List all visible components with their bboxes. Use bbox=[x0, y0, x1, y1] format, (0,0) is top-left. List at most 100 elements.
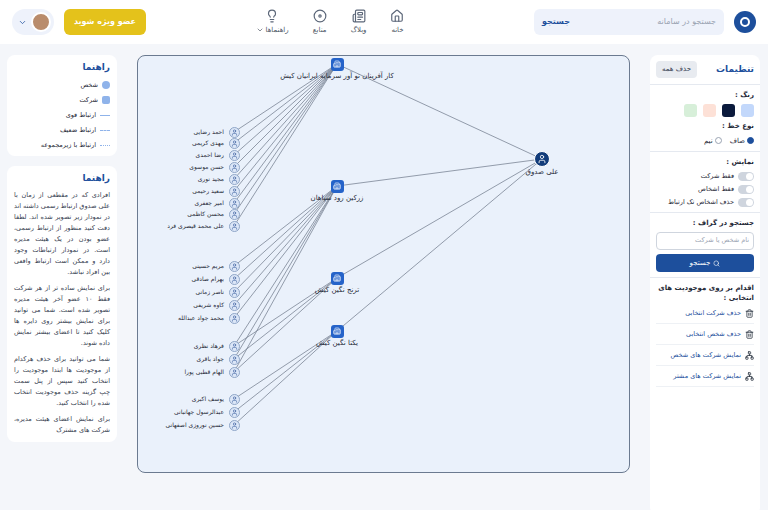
company-label: ترنج نگین کیش bbox=[315, 286, 359, 295]
action-item[interactable]: نمایش شرکت های مشتر bbox=[656, 372, 754, 387]
color-swatch[interactable] bbox=[684, 104, 697, 117]
person-node[interactable] bbox=[229, 162, 240, 173]
person-icon bbox=[231, 211, 238, 218]
line-mark-icon bbox=[100, 130, 110, 131]
search-field[interactable]: جستجو در سامانه جستجو bbox=[534, 9, 724, 35]
person-label: فرهاد نظری bbox=[194, 342, 224, 350]
graph-search-input[interactable]: نام شخص یا شرکت bbox=[656, 232, 754, 250]
help-paragraph: شما می توانید برای حذف هرکدام از موجودیت… bbox=[14, 354, 110, 409]
color-swatch[interactable] bbox=[722, 104, 735, 117]
person-node[interactable] bbox=[229, 174, 240, 185]
person-node[interactable] bbox=[229, 354, 240, 365]
edge-line bbox=[234, 186, 337, 346]
person-label: کاوه شریفی bbox=[193, 301, 224, 309]
search-icon bbox=[713, 260, 720, 267]
avatar-icon bbox=[31, 12, 51, 32]
person-icon bbox=[231, 422, 238, 429]
person-node[interactable] bbox=[229, 420, 240, 431]
edge-line bbox=[337, 159, 542, 186]
person-label: حسین نوروزی اصفهانی bbox=[166, 421, 224, 429]
nav-icon bbox=[265, 9, 279, 23]
company-node[interactable] bbox=[331, 180, 344, 193]
person-node[interactable] bbox=[229, 186, 240, 197]
logo-icon[interactable] bbox=[734, 11, 756, 33]
person-icon bbox=[231, 152, 238, 159]
trash-icon bbox=[745, 309, 754, 318]
display-toggle-row[interactable]: فقط شرکت bbox=[656, 172, 754, 181]
nav-icon bbox=[390, 9, 404, 23]
person-label: احمد رضایی bbox=[194, 128, 224, 136]
top-bar: جستجو در سامانه جستجو خانه وبلاگ منابع راهنما… bbox=[0, 0, 768, 44]
person-icon bbox=[231, 315, 238, 322]
edge-line bbox=[234, 64, 337, 203]
person-node[interactable] bbox=[229, 287, 240, 298]
premium-button[interactable]: عضو ویژه شوید bbox=[64, 9, 146, 35]
nav-item[interactable]: راهنماها bbox=[256, 9, 289, 36]
graph-canvas[interactable]: کار آفرینان نو آور سرمایه ایرانیان کیش زر… bbox=[137, 55, 630, 473]
action-item[interactable]: حذف شخص انتخابی bbox=[656, 330, 754, 345]
nav-item[interactable]: وبلاگ bbox=[351, 9, 367, 36]
person-node[interactable] bbox=[229, 367, 240, 378]
search-button[interactable]: جستجو bbox=[542, 16, 570, 28]
building-icon bbox=[333, 274, 341, 282]
person-icon bbox=[231, 129, 238, 136]
graph-search-button[interactable]: جستجو bbox=[656, 254, 754, 272]
chevron-down-icon bbox=[18, 18, 27, 27]
display-toggle-row[interactable]: حذف اشخاص تک ارتباط bbox=[656, 198, 754, 207]
person-node[interactable] bbox=[229, 313, 240, 324]
legend-item: ارتباط ضعیف bbox=[14, 126, 110, 135]
settings-title: تنظیمات bbox=[716, 63, 754, 77]
person-node[interactable] bbox=[229, 274, 240, 285]
person-label: محسن کاظمی bbox=[187, 210, 224, 218]
toggle-switch[interactable] bbox=[738, 185, 754, 194]
person-node[interactable] bbox=[229, 221, 240, 232]
person-label: ناصر زمانی bbox=[196, 288, 224, 296]
person-icon bbox=[231, 164, 238, 171]
company-label: کار آفرینان نو آور سرمایه ایرانیان کیش bbox=[280, 72, 394, 81]
person-node[interactable] bbox=[229, 198, 240, 209]
nav-item[interactable]: منابع bbox=[313, 9, 327, 36]
color-swatch[interactable] bbox=[703, 104, 716, 117]
display-toggle-row[interactable]: فقط اشخاص bbox=[656, 185, 754, 194]
building-icon bbox=[333, 182, 341, 190]
person-icon bbox=[231, 200, 238, 207]
legend-item: ارتباط قوی bbox=[14, 111, 110, 120]
line-type-radio[interactable]: نیم bbox=[704, 136, 722, 147]
person-node[interactable] bbox=[229, 209, 240, 220]
company-label: زرکین رود سپاهان bbox=[311, 194, 364, 203]
person-label: الهام قطبی پورا bbox=[184, 368, 224, 376]
person-node[interactable] bbox=[229, 261, 240, 272]
line-mark-icon bbox=[100, 115, 110, 116]
edge-line bbox=[234, 64, 337, 179]
person-icon bbox=[231, 409, 238, 416]
focus-person-node[interactable] bbox=[534, 151, 550, 167]
action-item[interactable]: نمایش شرکت های شخص bbox=[656, 351, 754, 366]
person-node[interactable] bbox=[229, 127, 240, 138]
color-swatch[interactable] bbox=[741, 104, 754, 117]
person-node[interactable] bbox=[229, 138, 240, 149]
network-icon bbox=[745, 372, 754, 381]
clear-all-button[interactable]: حذف همه bbox=[656, 61, 697, 78]
nav-item[interactable]: خانه bbox=[390, 9, 404, 36]
person-node[interactable] bbox=[229, 394, 240, 405]
company-node[interactable] bbox=[331, 325, 344, 338]
person-label: مهدی کریمی bbox=[192, 139, 224, 147]
line-type-radio[interactable]: صاف bbox=[730, 136, 754, 147]
building-icon bbox=[333, 327, 341, 335]
focus-person-label: علی صدوق bbox=[526, 168, 559, 177]
action-item[interactable]: حذف شرکت انتخابی bbox=[656, 309, 754, 324]
person-node[interactable] bbox=[229, 341, 240, 352]
toggle-switch[interactable] bbox=[738, 172, 754, 181]
trash-icon bbox=[745, 330, 754, 339]
person-icon bbox=[231, 396, 238, 403]
person-node[interactable] bbox=[229, 150, 240, 161]
account-menu[interactable] bbox=[12, 9, 54, 35]
person-icon bbox=[231, 356, 238, 363]
company-node[interactable] bbox=[331, 58, 344, 71]
search-placeholder: جستجو در سامانه bbox=[657, 16, 716, 28]
company-node[interactable] bbox=[331, 272, 344, 285]
person-node[interactable] bbox=[229, 300, 240, 311]
person-node[interactable] bbox=[229, 407, 240, 418]
toggle-switch[interactable] bbox=[738, 198, 754, 207]
person-label: امیر جعفری bbox=[194, 199, 224, 207]
